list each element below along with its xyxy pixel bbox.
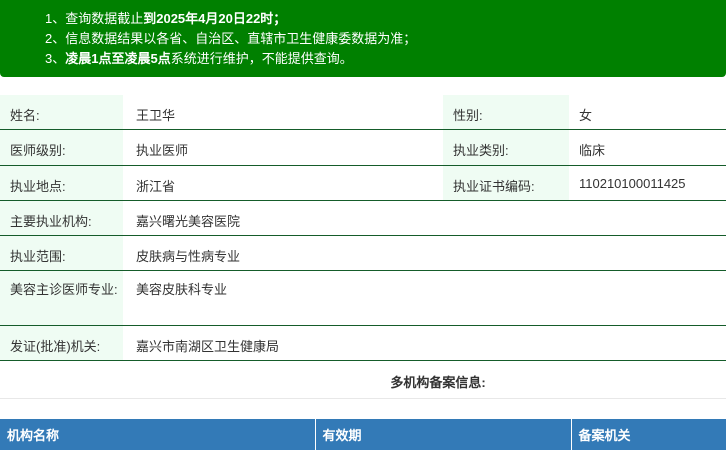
- doctor-info-table: 姓名: 王卫华 性别: 女 医师级别: 执业医师 执业类别: 临床 执业地点: …: [0, 95, 726, 361]
- col-header-validity: 有效期: [315, 419, 572, 450]
- info-row-institution: 主要执业机构: 嘉兴曙光美容医院: [0, 199, 726, 235]
- authority-label: 发证(批准)机关:: [0, 324, 123, 361]
- col-header-institution: 机构名称: [0, 419, 316, 450]
- scope-label: 执业范围:: [0, 234, 123, 270]
- name-label: 姓名:: [0, 95, 123, 129]
- info-row-level: 医师级别: 执业医师 执业类别: 临床: [0, 128, 726, 165]
- notice-banner: 1、查询数据截止到2025年4月20日22时； 2、信息数据结果以各省、自治区、…: [0, 0, 726, 77]
- info-row-cosmetic: 美容主诊医师专业: 美容皮肤科专业: [0, 269, 726, 325]
- info-row-location: 执业地点: 浙江省 执业证书编码: 110210100011425: [0, 164, 726, 200]
- multi-institution-table: 机构名称 有效期 备案机关: [0, 419, 726, 450]
- cert-label: 执业证书编码:: [443, 164, 569, 200]
- cosmetic-value: 美容皮肤科专业: [123, 269, 726, 325]
- col-header-authority: 备案机关: [571, 419, 726, 450]
- info-row-name: 姓名: 王卫华 性别: 女: [0, 95, 726, 129]
- category-value: 临床: [569, 128, 726, 165]
- institution-label: 主要执业机构:: [0, 199, 123, 235]
- table-header-row: 机构名称 有效期 备案机关: [0, 419, 726, 450]
- gender-label: 性别:: [443, 95, 569, 129]
- gender-value: 女: [569, 95, 726, 129]
- name-value: 王卫华: [123, 95, 443, 129]
- scope-value: 皮肤病与性病专业: [123, 234, 726, 270]
- level-value: 执业医师: [123, 128, 443, 165]
- location-value: 浙江省: [123, 164, 443, 200]
- notice-item-3: 3、凌晨1点至凌晨5点系统进行维护，不能提供查询。: [45, 51, 353, 66]
- category-label: 执业类别:: [443, 128, 569, 165]
- multi-institution-title: 多机构备案信息:: [390, 375, 486, 390]
- cert-value: 110210100011425: [569, 164, 726, 200]
- info-row-scope: 执业范围: 皮肤病与性病专业: [0, 234, 726, 270]
- cosmetic-label: 美容主诊医师专业:: [0, 269, 123, 325]
- notice-item-2: 2、信息数据结果以各省、自治区、直辖市卫生健康委数据为准；: [45, 31, 417, 46]
- authority-value: 嘉兴市南湖区卫生健康局: [123, 324, 726, 361]
- institution-value: 嘉兴曙光美容医院: [123, 199, 726, 235]
- info-row-authority: 发证(批准)机关: 嘉兴市南湖区卫生健康局: [0, 324, 726, 361]
- location-label: 执业地点:: [0, 164, 123, 200]
- notice-item-1: 1、查询数据截止到2025年4月20日22时；: [45, 11, 287, 26]
- divider: [0, 398, 726, 399]
- level-label: 医师级别:: [0, 128, 123, 165]
